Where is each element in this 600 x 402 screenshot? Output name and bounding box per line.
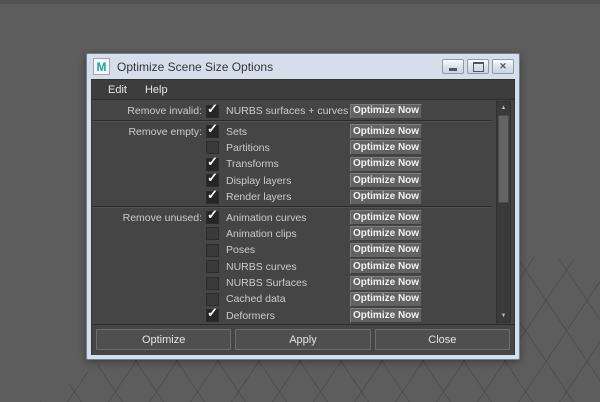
scrollbar-thumb[interactable] <box>498 115 509 203</box>
scroll-down-icon[interactable]: ▼ <box>497 310 510 322</box>
maximize-icon <box>472 61 484 72</box>
footer-button-bar: Optimize Apply Close <box>92 324 514 356</box>
checkmark-icon: ✓ <box>207 305 218 321</box>
option-label: Partitions <box>226 141 270 154</box>
maximize-button[interactable] <box>467 59 489 74</box>
optimize-now-button[interactable]: Optimize Now <box>350 103 422 119</box>
viewport-top-edge <box>0 0 600 4</box>
option-label: NURBS curves <box>226 260 297 273</box>
optimize-now-button[interactable]: Optimize Now <box>350 242 422 258</box>
checkmark-icon: ✓ <box>207 207 218 223</box>
optimize-scene-size-options-window: M Optimize Scene Size Options ✕ Edit Help… <box>86 53 520 360</box>
window-controls: ✕ <box>442 59 514 74</box>
window-title: Optimize Scene Size Options <box>117 59 274 74</box>
section-separator <box>92 206 492 209</box>
option-row: Remove empty: ✓ Sets Optimize Now <box>92 121 492 140</box>
checkmark-icon: ✓ <box>207 186 218 202</box>
option-row: ✓ Deformers Optimize Now <box>92 305 492 324</box>
option-row: Partitions Optimize Now <box>92 140 492 156</box>
option-row: Poses Optimize Now <box>92 242 492 258</box>
scroll-up-icon[interactable]: ▲ <box>497 102 510 114</box>
options-rows: Remove invalid: ✓ NURBS surfaces + curves O… <box>92 100 492 324</box>
optimize-now-button[interactable]: Optimize Now <box>350 308 422 324</box>
checkbox-checked[interactable]: ✓ <box>206 186 219 204</box>
option-label: Deformers <box>226 309 276 322</box>
checkbox-checked[interactable]: ✓ <box>206 170 219 188</box>
checkbox-unchecked[interactable] <box>206 260 219 274</box>
checkbox-unchecked[interactable] <box>206 276 219 290</box>
option-row: ✓ Render layers Optimize Now <box>92 186 492 205</box>
option-row: NURBS Surfaces Optimize Now <box>92 275 492 291</box>
optimize-now-button[interactable]: Optimize Now <box>350 156 422 172</box>
optimize-now-button[interactable]: Optimize Now <box>350 124 422 140</box>
option-row: NURBS curves Optimize Now <box>92 259 492 275</box>
options-content: Remove invalid: ✓ NURBS surfaces + curves O… <box>92 100 514 324</box>
section-label: Remove empty: <box>128 125 202 138</box>
option-label: Animation clips <box>226 227 297 240</box>
maya-logo-icon: M <box>93 58 110 75</box>
close-icon: ✕ <box>499 61 507 71</box>
close-button[interactable]: ✕ <box>492 59 514 74</box>
option-row: ✓ Display layers Optimize Now <box>92 170 492 189</box>
option-row: Remove unused: ✓ Animation curves Optimize … <box>92 207 492 226</box>
optimize-now-button[interactable]: Optimize Now <box>350 259 422 275</box>
checkbox-checked[interactable]: ✓ <box>206 121 219 139</box>
minimize-button[interactable] <box>442 59 464 74</box>
minimize-icon <box>449 68 457 71</box>
option-row: Animation clips Optimize Now <box>92 226 492 242</box>
menu-item-help[interactable]: Help <box>138 83 175 97</box>
option-row: Cached data Optimize Now <box>92 291 492 307</box>
section-separator <box>92 120 492 123</box>
optimize-now-button[interactable]: Optimize Now <box>350 291 422 307</box>
apply-button[interactable]: Apply <box>235 329 371 351</box>
checkbox-unchecked[interactable] <box>206 292 219 306</box>
optimize-now-button[interactable]: Optimize Now <box>350 226 422 242</box>
window-titlebar[interactable]: M Optimize Scene Size Options ✕ <box>91 54 515 79</box>
option-label: NURBS surfaces + curves <box>226 105 349 118</box>
vertical-scrollbar[interactable]: ▲ ▼ <box>496 101 511 324</box>
menu-bar: Edit Help <box>92 80 514 100</box>
checkbox-checked[interactable]: ✓ <box>206 100 219 118</box>
section-label: Remove unused: <box>122 211 202 224</box>
checkbox-unchecked[interactable] <box>206 227 219 241</box>
checkbox-unchecked[interactable] <box>206 243 219 257</box>
option-label: NURBS Surfaces <box>226 277 308 290</box>
option-label: Cached data <box>226 293 286 306</box>
optimize-now-button[interactable]: Optimize Now <box>350 210 422 226</box>
optimize-now-button[interactable]: Optimize Now <box>350 189 422 205</box>
option-label: Poses <box>226 244 256 257</box>
option-row: ✓ Transforms Optimize Now <box>92 153 492 172</box>
checkbox-unchecked[interactable] <box>206 141 219 155</box>
checkbox-checked[interactable]: ✓ <box>206 207 219 225</box>
checkmark-icon: ✓ <box>207 121 218 137</box>
option-label: Animation curves <box>226 211 307 224</box>
optimize-now-button[interactable]: Optimize Now <box>350 275 422 291</box>
optimize-button[interactable]: Optimize <box>96 329 232 351</box>
checkmark-icon: ✓ <box>207 100 218 116</box>
option-label: Transforms <box>226 158 279 171</box>
optimize-now-button[interactable]: Optimize Now <box>350 173 422 189</box>
checkmark-icon: ✓ <box>207 170 218 186</box>
close-button[interactable]: Close <box>374 329 510 351</box>
option-label: Render layers <box>226 191 292 204</box>
option-label: Sets <box>226 125 248 138</box>
menu-item-edit[interactable]: Edit <box>101 83 134 97</box>
checkbox-checked[interactable]: ✓ <box>206 153 219 171</box>
section-label: Remove invalid: <box>127 105 202 118</box>
checkmark-icon: ✓ <box>207 153 218 169</box>
option-row: Remove invalid: ✓ NURBS surfaces + curves O… <box>92 100 492 119</box>
dialog-body: Edit Help Remove invalid: ✓ NURBS surfaces … <box>91 79 515 356</box>
option-label: Display layers <box>226 174 292 187</box>
checkbox-checked[interactable]: ✓ <box>206 305 219 323</box>
optimize-now-button[interactable]: Optimize Now <box>350 140 422 156</box>
